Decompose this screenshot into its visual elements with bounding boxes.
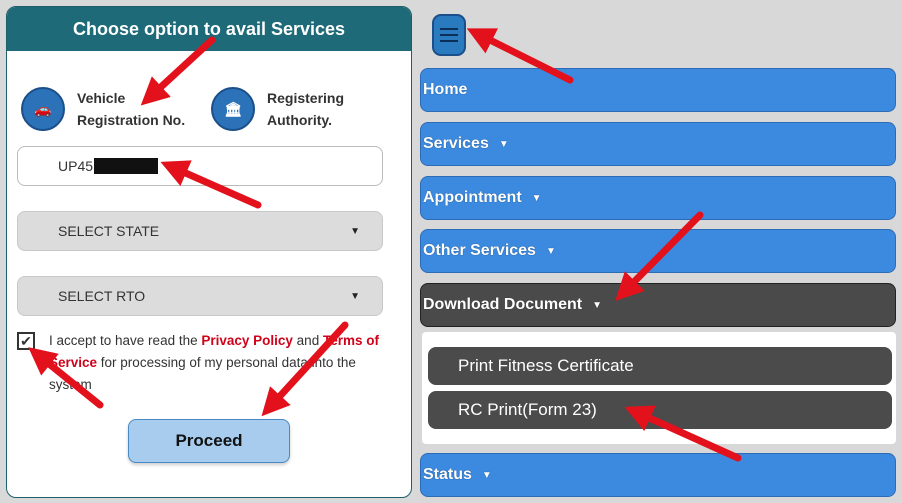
- consent-checkbox[interactable]: ✔: [17, 332, 35, 350]
- select-rto-dropdown[interactable]: SELECT RTO ▼: [17, 276, 383, 316]
- hamburger-menu-icon[interactable]: [432, 14, 466, 56]
- option-vehicle-registration[interactable]: 🚗 Vehicle Registration No.: [21, 87, 185, 131]
- menu-label-download-document: Download Document: [423, 296, 583, 313]
- consent-middle: and: [292, 333, 323, 348]
- consent-prefix: I accept to have read the: [49, 333, 202, 348]
- menu-label-status: Status: [423, 466, 472, 483]
- select-rto-label: SELECT RTO: [58, 288, 146, 304]
- caret-down-icon: ▼: [481, 469, 492, 481]
- option-vehicle-line2: Registration No.: [77, 112, 186, 128]
- panel-title: Choose option to avail Services: [7, 7, 411, 51]
- proceed-button[interactable]: Proceed: [128, 419, 290, 463]
- select-state-dropdown[interactable]: SELECT STATE ▼: [17, 211, 383, 251]
- caret-down-icon: ▼: [350, 225, 360, 237]
- checkmark-icon: ✔: [20, 333, 32, 349]
- menu-label-home: Home: [423, 81, 468, 98]
- option-registering-authority[interactable]: 🏛 Registering Authority.: [211, 87, 344, 131]
- navigation-panel: Home Services ▼ Appointment ▼ Other Servic…: [418, 0, 902, 503]
- download-document-submenu: Print Fitness Certificate RC Print(Form …: [422, 332, 896, 444]
- registration-number-input[interactable]: UP45: [17, 146, 383, 186]
- menu-item-appointment[interactable]: Appointment ▼: [420, 176, 896, 220]
- select-state-label: SELECT STATE: [58, 223, 160, 239]
- option-authority-line2: Authority.: [267, 112, 333, 128]
- menu-label-appointment: Appointment: [423, 189, 522, 206]
- menu-item-other-services[interactable]: Other Services ▼: [420, 229, 896, 273]
- option-vehicle-line1: Vehicle: [77, 90, 126, 106]
- option-authority-line1: Registering: [267, 90, 345, 106]
- privacy-policy-link[interactable]: Privacy Policy: [201, 333, 293, 348]
- submenu-print-fitness-certificate[interactable]: Print Fitness Certificate: [428, 347, 892, 385]
- caret-down-icon: ▼: [531, 192, 542, 204]
- registration-number-value: UP45: [58, 158, 94, 174]
- caret-down-icon: ▼: [498, 138, 509, 150]
- menu-item-download-document[interactable]: Download Document ▼: [420, 283, 896, 327]
- caret-down-icon: ▼: [545, 245, 556, 257]
- menu-item-status[interactable]: Status ▼: [420, 453, 896, 497]
- menu-item-services[interactable]: Services ▼: [420, 122, 896, 166]
- menu-label-services: Services: [423, 135, 489, 152]
- redaction-mask: [94, 158, 159, 174]
- caret-down-icon: ▼: [592, 299, 603, 311]
- authority-building-icon: 🏛: [211, 87, 255, 131]
- consent-block: ✔ I accept to have read the Privacy Poli…: [17, 330, 397, 396]
- menu-label-other-services: Other Services: [423, 242, 536, 259]
- caret-down-icon: ▼: [350, 290, 360, 302]
- submenu-rc-print-form-23[interactable]: RC Print(Form 23): [428, 391, 892, 429]
- menu-item-home[interactable]: Home: [420, 68, 896, 112]
- service-options-panel: Choose option to avail Services 🚗 Vehicl…: [6, 6, 412, 498]
- vehicle-icon: 🚗: [21, 87, 65, 131]
